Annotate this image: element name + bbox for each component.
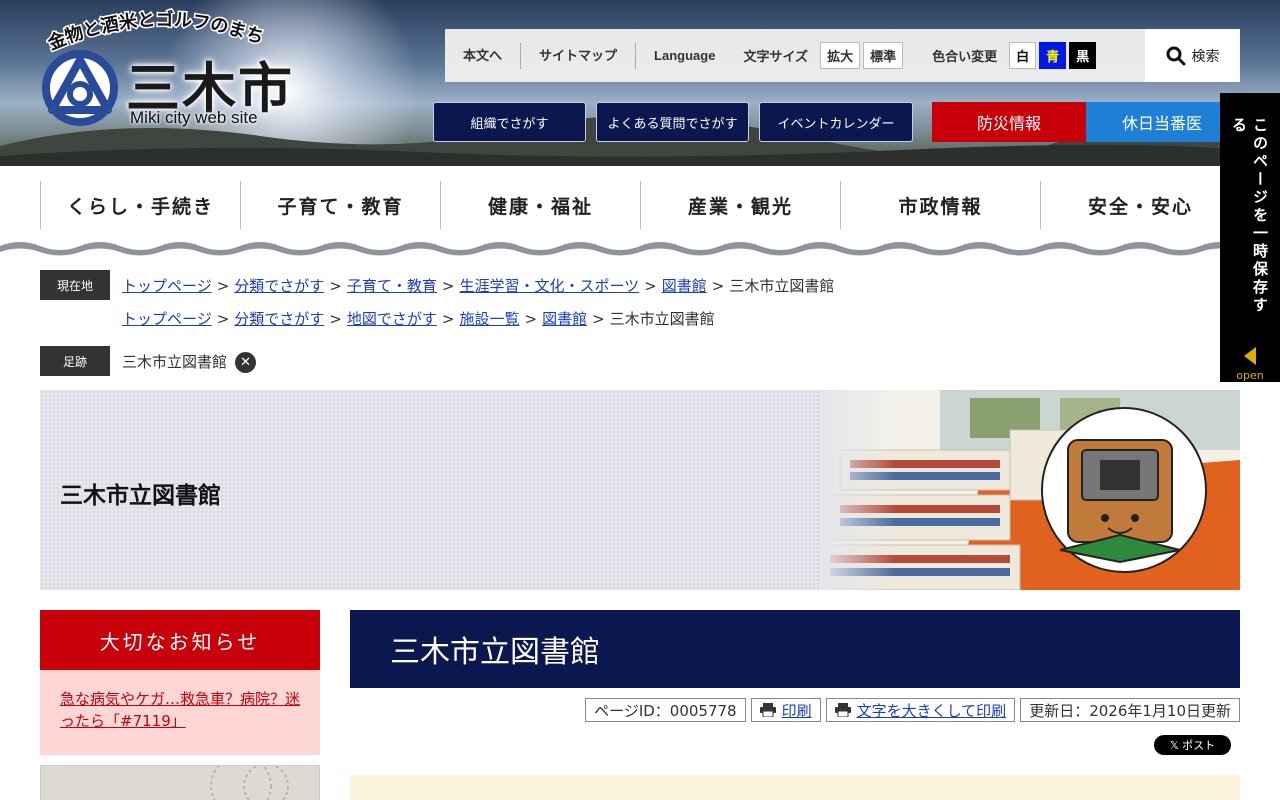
utility-bar: 本文へ サイトマップ Language 文字サイズ 拡大 標準 色合い変更 白 … — [445, 29, 1145, 82]
breadcrumb-link[interactable]: 分類でさがす — [234, 277, 324, 295]
breadcrumb-link[interactable]: トップページ — [122, 277, 212, 295]
save-page-label: このページを一時保存する — [1230, 117, 1269, 315]
language-link[interactable]: Language — [636, 43, 733, 69]
breadcrumb-secondary: トップページ > 分類でさがす > 地図でさがす > 施設一覧 > 図書館 > 三木市立図書館 — [122, 310, 715, 328]
gnav-item-childcare-education[interactable]: 子育て・教育 — [240, 181, 440, 229]
global-navigation: くらし・手続き 子育て・教育 健康・福祉 産業・観光 市政情報 安全・安心 — [0, 166, 1280, 258]
updated-date: 更新日：2026年1月10日更新 — [1020, 698, 1240, 722]
gnav-item-living[interactable]: くらし・手続き — [40, 181, 240, 229]
content-box — [350, 775, 1240, 800]
font-size-group: 文字サイズ 拡大 標準 — [733, 42, 906, 69]
breadcrumb-current: 三木市立図書館 — [609, 310, 715, 328]
site-subtitle: Miki city web site — [130, 108, 258, 127]
close-icon[interactable]: ✕ — [235, 352, 257, 373]
font-normal-button[interactable]: 標準 — [863, 42, 904, 69]
print-box: 印刷 — [750, 698, 821, 722]
x-post-button[interactable]: 𝕏 ポスト — [1154, 735, 1231, 755]
breadcrumb-current: 三木市立図書館 — [729, 277, 835, 295]
printer-icon — [759, 703, 776, 717]
breadcrumb-link[interactable]: 図書館 — [662, 277, 707, 295]
quick-link-event-calendar[interactable]: イベントカレンダー — [759, 102, 913, 142]
notice-link-7119[interactable]: 急な病気やケガ…救急車？病院？迷ったら「#7119」 — [60, 690, 300, 730]
city-emblem-icon — [42, 50, 118, 126]
save-page-tab[interactable]: このページを一時保存する open — [1220, 93, 1280, 382]
print-large-box: 文字を大きくして印刷 — [825, 698, 1016, 722]
wave-divider — [0, 236, 1280, 258]
skip-to-content-link[interactable]: 本文へ — [445, 42, 522, 69]
breadcrumb-link[interactable]: 生涯学習・文化・スポーツ — [459, 277, 639, 295]
search-icon — [1166, 46, 1185, 65]
important-notice-body: 急な病気やケガ…救急車？病院？迷ったら「#7119」 — [40, 670, 320, 755]
library-photo — [820, 390, 1240, 590]
breadcrumb-link[interactable]: 地図でさがす — [347, 310, 437, 328]
color-blue-button[interactable]: 青 — [1039, 42, 1067, 69]
search-button[interactable]: 検索 — [1145, 29, 1240, 82]
disaster-info-button[interactable]: 防災情報 — [932, 102, 1086, 142]
trail-row: 三木市立図書館 ✕ — [122, 351, 257, 373]
trail-item[interactable]: 三木市立図書館 — [122, 353, 227, 371]
gnav-item-safety[interactable]: 安全・安心 — [1040, 181, 1240, 229]
gnav-item-city-info[interactable]: 市政情報 — [840, 181, 1040, 229]
breadcrumb-link[interactable]: 図書館 — [542, 310, 587, 328]
print-large-link[interactable]: 文字を大きくして印刷 — [857, 700, 1007, 721]
sitemap-link[interactable]: サイトマップ — [521, 42, 637, 69]
breadcrumb: トップページ > 分類でさがす > 子育て・教育 > 生涯学習・文化・スポーツ > 図書館 > 三木… — [122, 277, 835, 295]
trail-label: 足跡 — [40, 346, 110, 376]
banner-title: 三木市立図書館 — [60, 483, 221, 509]
page-meta: ページID：0005778 印刷 文字を大きくして印刷 更新日：2026年1月1… — [585, 698, 1240, 722]
page-id: ページID：0005778 — [585, 698, 746, 722]
breadcrumb-link[interactable]: 分類でさがす — [234, 310, 324, 328]
current-location-label: 現在地 — [40, 270, 110, 300]
printer-icon — [834, 703, 851, 717]
font-size-label: 文字サイズ — [743, 49, 809, 64]
open-triangle-icon — [1244, 347, 1256, 365]
important-notice-heading: 大切なお知らせ — [40, 610, 320, 670]
breadcrumb-link[interactable]: 施設一覧 — [459, 310, 519, 328]
rice-plant-icon — [210, 766, 289, 800]
holiday-doctor-button[interactable]: 休日当番医 — [1086, 102, 1220, 142]
open-label: open — [1236, 369, 1264, 382]
gnav-item-health-welfare[interactable]: 健康・福祉 — [440, 181, 640, 229]
breadcrumb-link[interactable]: トップページ — [122, 310, 212, 328]
color-change-label: 色合い変更 — [932, 49, 998, 64]
color-change-group: 色合い変更 白 青 黒 — [906, 42, 1099, 69]
gnav-item-industry-tourism[interactable]: 産業・観光 — [640, 181, 840, 229]
search-label: 検索 — [1191, 47, 1220, 64]
page-banner: 三木市立図書館 — [40, 390, 1240, 590]
print-link[interactable]: 印刷 — [782, 700, 812, 721]
color-white-button[interactable]: 白 — [1009, 42, 1037, 69]
page-title: 三木市立図書館 — [350, 610, 1240, 688]
color-black-button[interactable]: 黒 — [1069, 42, 1097, 69]
font-large-button[interactable]: 拡大 — [820, 42, 861, 69]
quick-link-organization[interactable]: 組織でさがす — [433, 102, 586, 142]
side-banner[interactable] — [40, 765, 320, 800]
breadcrumb-link[interactable]: 子育て・教育 — [347, 277, 437, 295]
quick-link-faq[interactable]: よくある質問でさがす — [596, 102, 749, 142]
